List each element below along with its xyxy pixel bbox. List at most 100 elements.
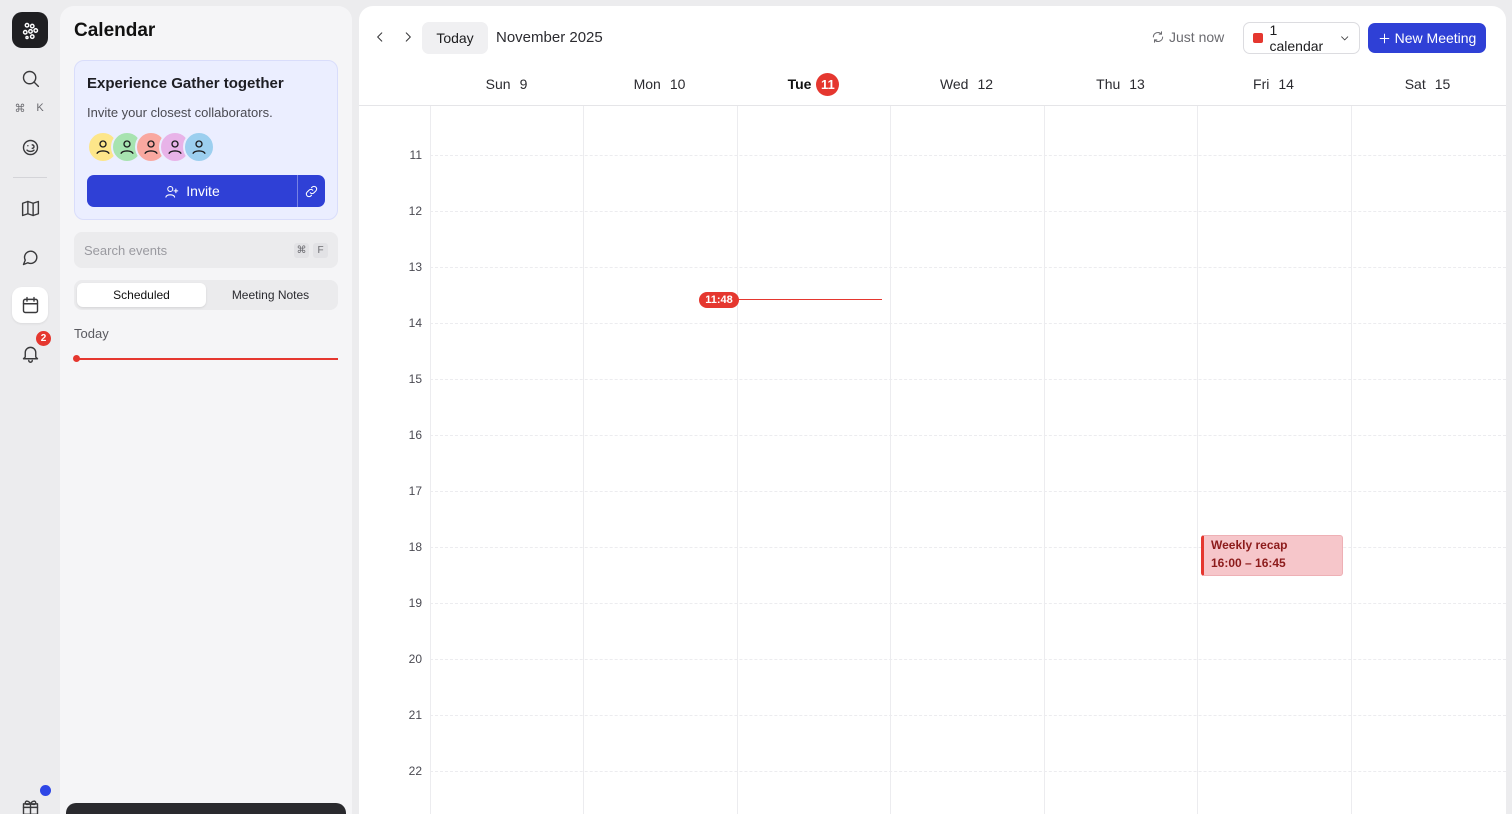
next-week-button[interactable] (395, 24, 421, 50)
day-header-sat[interactable]: Sat 15 (1351, 70, 1504, 98)
hour-label: 20 (408, 652, 422, 666)
hour-row-line (430, 211, 1506, 212)
hour-label: 16 (408, 428, 422, 442)
kbd-f: F (313, 242, 328, 258)
search-icon[interactable] (12, 60, 48, 96)
hour-row-line (430, 547, 1506, 548)
day-number: 15 (1434, 76, 1451, 92)
hour-label: 12 (408, 204, 422, 218)
invite-label: Invite (186, 183, 220, 199)
kbd-k: K (36, 102, 44, 114)
hour-row-line (430, 155, 1506, 156)
calendar-select[interactable]: 1 calendar (1243, 22, 1360, 54)
column-divider (1351, 106, 1352, 814)
calendar-color-swatch (1253, 33, 1263, 43)
hour-row-line (430, 323, 1506, 324)
invite-button-group: Invite (87, 175, 325, 207)
day-header-tue[interactable]: Tue 11 (737, 70, 890, 98)
panel-title: Calendar (74, 20, 156, 41)
day-number: 12 (977, 76, 994, 92)
chevron-down-icon (1340, 36, 1348, 41)
chat-icon[interactable] (12, 239, 48, 275)
invite-button[interactable]: Invite (87, 175, 297, 207)
previous-week-button[interactable] (367, 24, 393, 50)
hour-label: 19 (408, 596, 422, 610)
month-title: November 2025 (496, 29, 603, 46)
hour-label: 21 (408, 708, 422, 722)
today-timeline (76, 358, 338, 360)
hour-row-line (430, 379, 1506, 380)
promo-title: Experience Gather together (87, 75, 284, 92)
chevron-right-icon (405, 32, 411, 42)
column-divider (737, 106, 738, 814)
hour-label: 11 (409, 148, 422, 162)
panel-tabs: Scheduled Meeting Notes (74, 280, 338, 310)
today-timeline-dot (73, 355, 80, 362)
column-divider (583, 106, 584, 814)
tab-scheduled[interactable]: Scheduled (77, 283, 206, 307)
kbd-cmd: ⌘ (14, 103, 26, 115)
rail-divider (13, 177, 47, 178)
chevron-left-icon (377, 32, 383, 42)
day-header-wed[interactable]: Wed 12 (890, 70, 1043, 98)
event-search-input[interactable]: Search events ⌘ F (74, 232, 338, 268)
calendar-select-label: 1 calendar (1269, 22, 1324, 54)
event-weekly-recap[interactable]: Weekly recap 16:00 – 16:45 (1201, 535, 1343, 576)
hour-row-line (430, 603, 1506, 604)
column-divider (1044, 106, 1045, 814)
day-name: Tue (787, 76, 812, 92)
event-title: Weekly recap (1211, 538, 1288, 552)
today-date-badge: 11 (816, 72, 840, 96)
week-calendar: Today November 2025 Just now 1 calendar … (359, 6, 1506, 814)
hour-label: 14 (408, 316, 422, 330)
bottom-toolbar[interactable] (66, 803, 346, 814)
current-time-line (737, 299, 882, 300)
new-meeting-label: New Meeting (1394, 30, 1477, 46)
hour-row-line (430, 771, 1506, 772)
hour-row-line (430, 491, 1506, 492)
hour-row-line (430, 659, 1506, 660)
day-name: Sun (485, 76, 511, 92)
day-name: Thu (1096, 76, 1121, 92)
today-button[interactable]: Today (422, 22, 488, 54)
day-header-sun[interactable]: Sun 9 (430, 70, 583, 98)
hour-label: 22 (408, 764, 422, 778)
column-divider (1197, 106, 1198, 814)
day-name: Sat (1404, 76, 1426, 92)
sync-status[interactable]: Just now (1151, 29, 1224, 45)
column-divider (430, 106, 431, 814)
day-number: 9 (519, 76, 528, 92)
hour-label: 13 (408, 260, 422, 274)
day-number: 13 (1129, 76, 1145, 92)
avatar-stack (87, 131, 215, 163)
refresh-icon (1152, 31, 1164, 43)
gift-indicator-dot (40, 785, 51, 796)
tab-meeting-notes[interactable]: Meeting Notes (206, 283, 335, 307)
day-header-thu[interactable]: Thu 13 (1044, 70, 1197, 98)
hour-row-line (430, 435, 1506, 436)
plus-icon (1379, 33, 1389, 43)
day-header-fri[interactable]: Fri 14 (1197, 70, 1350, 98)
app-logo-icon[interactable] (12, 12, 48, 48)
day-header-mon[interactable]: Mon 10 (583, 70, 736, 98)
day-name: Mon (633, 76, 661, 92)
day-number: 14 (1278, 76, 1294, 92)
time-grid[interactable]: 11 12 13 14 15 16 17 18 19 20 21 22 11:4… (359, 106, 1506, 814)
day-name: Wed (939, 76, 969, 92)
event-time: 16:00 – 16:45 (1211, 556, 1286, 570)
map-icon[interactable] (12, 190, 48, 226)
invite-promo-card: Experience Gather together Invite your c… (74, 60, 338, 220)
status-icon[interactable] (12, 129, 48, 165)
calendar-icon[interactable] (12, 287, 48, 323)
promo-subtitle: Invite your closest collaborators. (87, 105, 273, 120)
copy-link-button[interactable] (297, 175, 325, 207)
hour-row-line (430, 267, 1506, 268)
hour-label: 17 (408, 484, 422, 498)
avatar (183, 131, 215, 163)
new-meeting-button[interactable]: New Meeting (1368, 23, 1486, 53)
calendar-side-panel: Calendar Experience Gather together Invi… (60, 6, 352, 814)
add-user-icon (165, 185, 179, 198)
today-section-label: Today (74, 326, 109, 341)
app-rail: ⌘ K 2 (0, 0, 60, 814)
link-icon (305, 185, 318, 197)
